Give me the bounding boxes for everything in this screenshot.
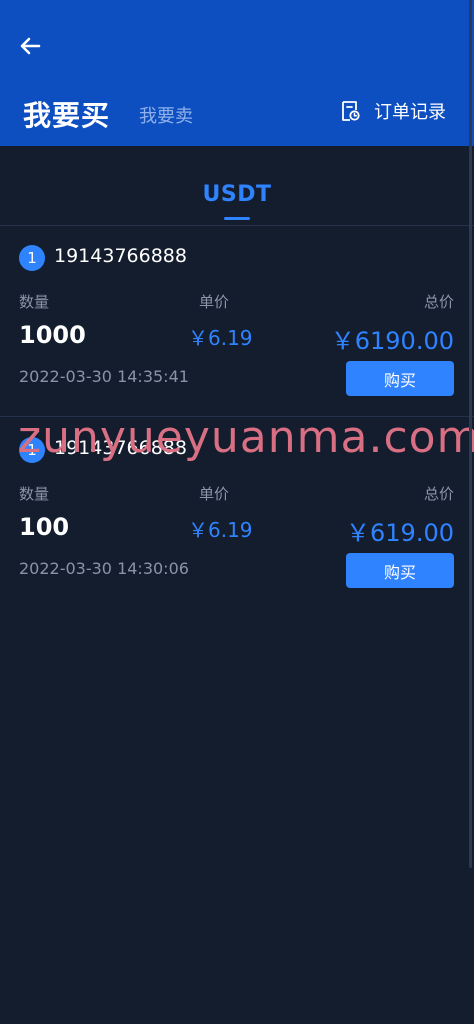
listing-card: 1 19143766888 数量 单价 总价 1000 ￥6.19 ￥6190.… (0, 225, 474, 415)
unit-price-label: 单价 (199, 293, 230, 311)
unit-price-label: 单价 (199, 485, 230, 503)
order-record-icon (342, 101, 360, 121)
quantity-label: 数量 (19, 293, 50, 311)
buy-button[interactable]: 购买 (346, 361, 454, 396)
quantity-value: 1000 (19, 321, 86, 349)
seller-phone: 19143766888 (54, 245, 187, 267)
listing-card: 1 19143766888 数量 单价 总价 100 ￥6.19 ￥619.00… (0, 417, 474, 607)
buy-button[interactable]: 购买 (346, 553, 454, 588)
order-records-button[interactable]: 订单记录 (338, 98, 446, 124)
scrollbar[interactable] (469, 0, 472, 868)
total-value: ￥6190.00 (330, 327, 454, 355)
unit-price-value: ￥6.19 (188, 518, 253, 542)
quantity-value: 100 (19, 513, 70, 541)
quantity-label: 数量 (19, 485, 50, 503)
tab-usdt[interactable]: USDT (0, 182, 474, 207)
tab-sell[interactable]: 我要卖 (139, 102, 193, 128)
seller-phone: 19143766888 (54, 437, 187, 459)
arrow-left-icon (20, 37, 41, 55)
rank-badge: 1 (19, 245, 45, 271)
tab-buy[interactable]: 我要买 (23, 94, 110, 134)
listing-date: 2022-03-30 14:35:41 (19, 367, 189, 386)
back-button[interactable] (16, 32, 44, 60)
active-tab-indicator (224, 217, 250, 220)
total-value: ￥619.00 (346, 519, 454, 547)
total-label: 总价 (423, 293, 454, 311)
rank-badge: 1 (19, 437, 45, 463)
header-bar: 我要买 我要卖 订单记录 (0, 0, 474, 146)
order-records-label: 订单记录 (374, 102, 446, 123)
unit-price-value: ￥6.19 (188, 326, 253, 350)
listing-date: 2022-03-30 14:30:06 (19, 559, 189, 578)
total-label: 总价 (423, 485, 454, 503)
